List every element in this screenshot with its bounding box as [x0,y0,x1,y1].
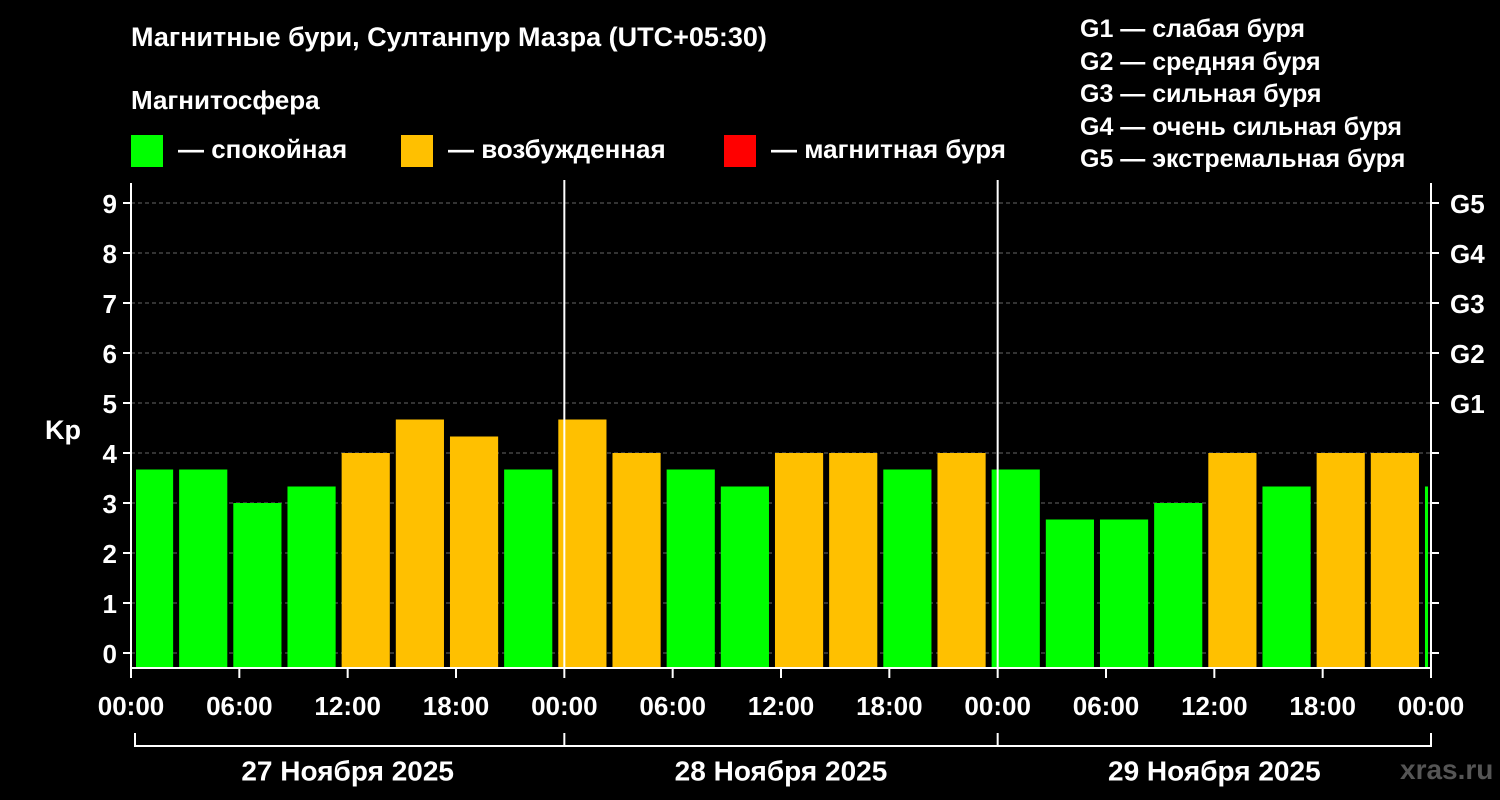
x-tick-label: 18:00 [423,691,490,721]
kp-bar [937,453,986,668]
g-level-label: G2 [1450,339,1485,369]
x-tick-label: 12:00 [748,691,815,721]
chart-title: Магнитные бури, Султанпур Мазра (UTC+05:… [131,22,767,52]
kp-bar [136,469,174,668]
legend-label-storm: — магнитная буря [771,134,1006,164]
storm-level-g5: G5 — экстремальная буря [1080,145,1406,173]
kp-bar [666,469,715,668]
y-tick-label: 6 [103,339,117,369]
x-tick-label: 12:00 [1181,691,1248,721]
day-label: 27 Ноября 2025 [241,756,454,787]
kp-bar [1154,503,1203,668]
storm-level-g4: G4 — очень сильная буря [1080,112,1402,141]
day-label: 29 Ноября 2025 [1108,756,1321,787]
x-tick-label: 06:00 [639,691,706,721]
kp-bar [1045,519,1094,668]
kp-bar [1208,453,1257,668]
storm-level-g2: G2 — средняя буря [1080,47,1321,76]
kp-bar [1099,519,1149,668]
kp-bar [395,419,444,668]
x-tick-label: 18:00 [1289,691,1356,721]
kp-bar [883,469,932,668]
x-tick-label: 06:00 [206,691,273,721]
kp-bar [720,486,769,668]
kp-bar [233,503,282,668]
kp-bar [179,469,228,668]
x-tick-label: 00:00 [98,691,165,721]
y-axis-label: Kp [45,415,81,445]
y-tick-label: 1 [103,589,117,619]
kp-bar [287,486,336,668]
x-tick-label: 12:00 [314,691,381,721]
kp-bar [449,436,499,668]
kp-bar [1424,486,1428,668]
legend-swatch-active [401,135,433,167]
storm-level-legend: G1 — слабая буря G2 — средняя буря G3 — … [1080,13,1405,176]
g-level-label: G1 [1450,389,1485,419]
kp-bar [774,453,824,668]
storm-level-g3: G3 — сильная буря [1080,80,1322,108]
x-tick-label: 00:00 [531,691,598,721]
kp-bar [558,419,607,668]
kp-bar [991,469,1040,668]
x-tick-label: 06:00 [1073,691,1140,721]
storm-level-g1: G1 — слабая буря [1080,15,1306,43]
kp-bar [341,453,390,668]
magnetosphere-label: Магнитосфера [131,85,320,115]
legend-label-active: — возбужденная [448,134,666,164]
y-tick-label: 8 [103,239,117,269]
y-tick-label: 7 [103,289,117,319]
y-tick-label: 5 [103,389,117,419]
legend-swatch-storm [724,135,756,167]
kp-bar [829,453,878,668]
g-level-label: G5 [1450,189,1485,219]
kp-bar [1262,486,1311,668]
x-tick-label: 00:00 [964,691,1031,721]
g-level-label: G4 [1450,239,1485,269]
y-tick-label: 3 [103,489,117,519]
legend-label-quiet: — спокойная [178,134,348,164]
kp-bar [612,453,661,668]
x-tick-label: 00:00 [1398,691,1465,721]
y-tick-label: 9 [103,189,117,219]
y-tick-label: 2 [103,539,117,569]
x-tick-label: 18:00 [856,691,923,721]
y-tick-label: 4 [103,439,118,469]
g-level-label: G3 [1450,289,1485,319]
kp-bar [1370,453,1419,668]
legend-swatch-quiet [131,135,163,167]
kp-bar [1316,453,1365,668]
day-label: 28 Ноября 2025 [675,756,888,787]
kp-bar [504,469,553,668]
y-tick-label: 0 [103,639,117,669]
watermark: xras.ru [1400,754,1494,785]
